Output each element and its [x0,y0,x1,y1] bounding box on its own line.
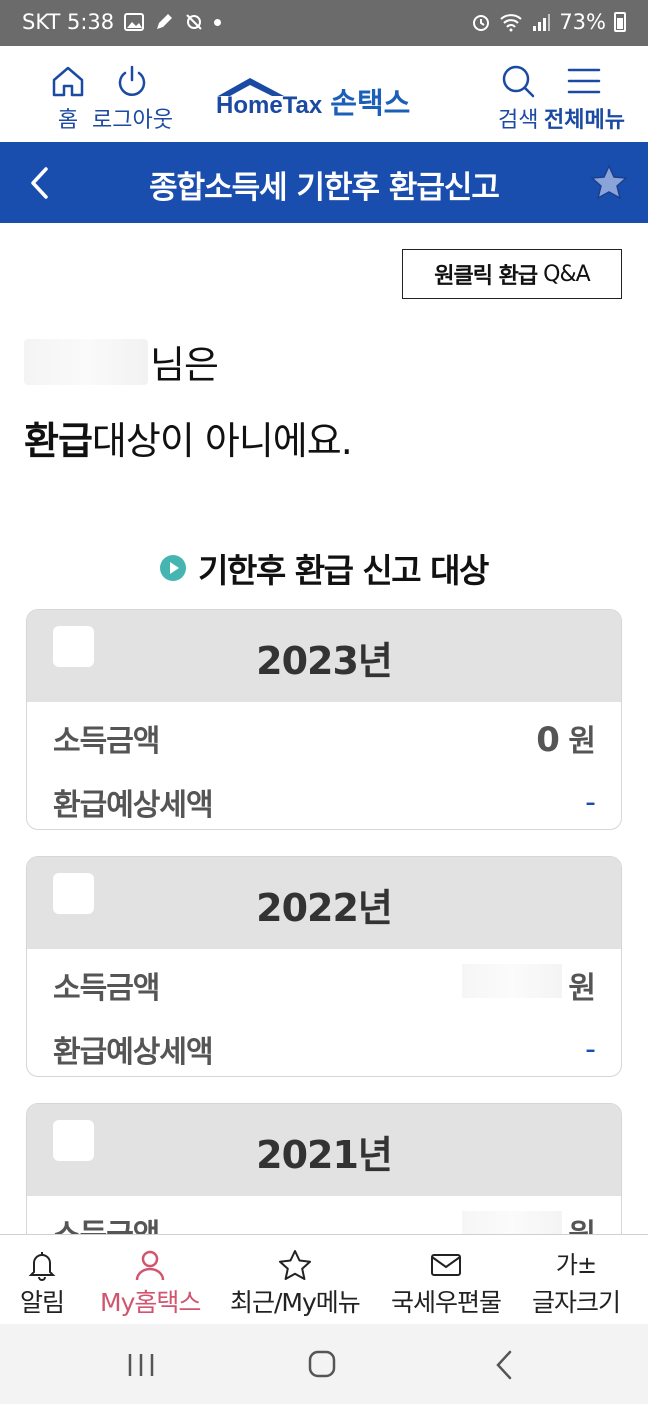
alarm-icon [473,15,490,31]
wifi-icon [500,14,522,32]
battery-percent: 73% [559,10,606,34]
nav-my-hometax[interactable]: My홈택스 [100,1249,201,1319]
back-icon[interactable] [494,1350,514,1380]
signal-icon [533,14,551,31]
income-label: 소득금액 [53,971,160,1006]
income-value: 0 원 [536,716,596,760]
hometax-logo[interactable]: HomeTax 손택스 [216,68,410,118]
bottom-navigation: 알림 My홈택스 최근/My메뉴 국세우편물 가± 글자크기 [0,1234,648,1324]
system-navigation-bar [0,1324,648,1404]
power-icon [119,65,146,96]
message-line-1: 님은 [24,334,219,389]
nav-recent-menu[interactable]: 최근/My메뉴 [230,1249,361,1319]
card-header: 2023년 [27,610,621,702]
refund-label: 환급예상세액 [53,1035,214,1070]
income-unit: 원 [568,724,596,759]
income-row: 소득금액 0 원 [53,716,596,760]
logo-korean: 손택스 [330,86,411,120]
message-line-2: 환급대상이 아니에요. [24,410,353,465]
year-card-2023: 2023년 소득금액 0 원 환급예상세액 - [26,609,622,830]
dot-icon [214,18,222,26]
refund-value: - [585,784,596,820]
nav-recent-label: 최근/My메뉴 [230,1288,361,1317]
hamburger-icon [568,68,601,94]
qa-bold-label: 원클릭 환급 [434,264,538,289]
income-amount: 0 [536,720,560,760]
font-size-icon: 가± [555,1251,597,1279]
refund-value: - [585,1031,596,1067]
blurred-amount [462,964,563,998]
home-circle-icon[interactable] [308,1350,336,1378]
top-header: 홈 로그아웃 HomeTax 손택스 검색 전체메뉴 [0,46,648,142]
gallery-icon [124,13,145,31]
section-title-text: 기한후 환급 신고 대상 [198,551,489,590]
home-label: 홈 [57,108,79,133]
search-button[interactable]: 검색 [498,64,538,134]
title-bar: 종합소득세 기한후 환급신고 [0,142,648,223]
edit-icon [157,14,173,29]
carrier-time: SKT 5:38 [22,10,115,34]
favorite-star-icon[interactable] [590,164,628,200]
income-label: 소득금액 [53,724,160,759]
card-year: 2021년 [256,1133,393,1177]
star-icon [278,1250,311,1280]
play-bullet-icon [160,555,187,581]
card-year: 2022년 [256,886,393,930]
nav-font-size[interactable]: 가± 글자크기 [532,1249,621,1319]
person-icon [135,1250,165,1281]
menu-button[interactable]: 전체메뉴 [544,64,625,134]
home-icon [52,66,84,97]
status-bar: SKT 5:38 73% [0,0,648,46]
nav-alarm-label: 알림 [20,1288,65,1317]
battery-icon [614,12,626,32]
nav-tax-mail[interactable]: 국세우편물 [391,1249,502,1319]
recent-apps-icon[interactable] [126,1352,156,1378]
bell-icon [28,1252,56,1281]
nav-my-hometax-label: My홈택스 [100,1288,201,1317]
message-bold: 환급 [24,419,93,463]
mute-icon [186,14,202,30]
qa-label: Q&A [543,261,591,287]
nav-font-size-label: 글자크기 [532,1288,621,1317]
home-button[interactable]: 홈 [50,64,86,134]
nav-alarm[interactable]: 알림 [20,1249,65,1319]
message-suffix: 님은 [150,343,219,387]
message-rest: 대상이 아니에요. [91,419,353,463]
card-header: 2022년 [27,857,621,949]
nav-tax-mail-label: 국세우편물 [391,1288,502,1317]
logout-button[interactable]: 로그아웃 [92,64,173,134]
card-header: 2021년 [27,1104,621,1196]
refund-label: 환급예상세액 [53,788,214,823]
section-title: 기한후 환급 신고 대상 [0,544,648,592]
menu-label: 전체메뉴 [544,108,625,133]
income-row: 소득금액 원 [53,963,596,1007]
logout-label: 로그아웃 [92,108,173,133]
card-year: 2023년 [256,639,393,683]
logo-text: HomeTax [216,92,323,119]
year-card-2022: 2022년 소득금액 원 환급예상세액 - [26,856,622,1077]
page-title: 종합소득세 기한후 환급신고 [149,170,500,206]
envelope-icon [431,1254,461,1276]
blurred-user-name [24,338,148,385]
refund-row: 환급예상세액 - [53,1027,596,1071]
income-value: 원 [462,963,596,1007]
search-label: 검색 [498,108,539,133]
refund-row: 환급예상세액 - [53,780,596,824]
search-icon [502,65,535,98]
income-unit: 원 [568,971,596,1006]
one-click-refund-qa-button[interactable]: 원클릭 환급 Q&A [402,249,622,299]
